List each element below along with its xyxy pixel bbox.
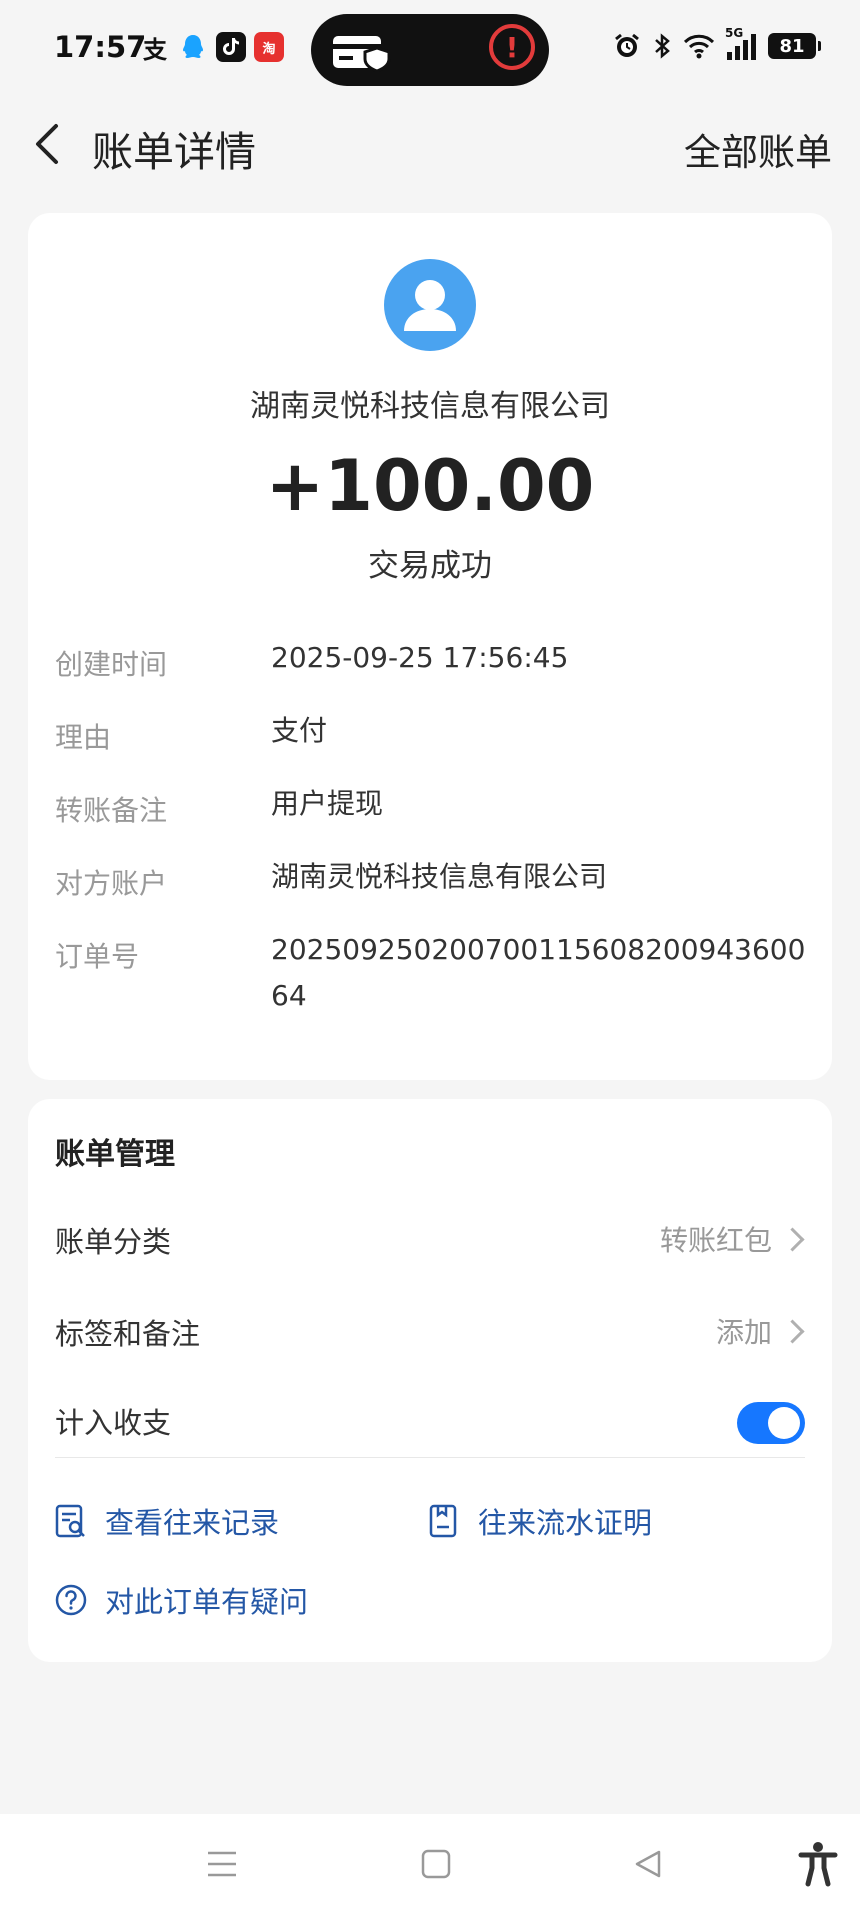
detail-value: 支付 [271,714,328,747]
include-in-balance-toggle[interactable] [737,1402,805,1444]
home-button[interactable] [410,1838,462,1890]
page-title: 账单详情 [92,128,256,176]
tiktok-icon [216,32,246,62]
accessibility-icon [798,1842,838,1887]
bill-management-card: 账单管理 账单分类 转账红包 标签和备注 添加 计入收支 查看往来记录 往来流水… [28,1099,832,1662]
taobao-icon: 淘 [254,32,284,62]
bill-category-row[interactable]: 账单分类 转账红包 [55,1209,805,1269]
system-navigation-bar [0,1814,860,1920]
alipay-icon: 支 [143,35,167,64]
order-number[interactable]: 20250925020070011560820094360064 [271,927,811,1019]
dynamic-island[interactable]: ! [311,14,549,86]
status-bar: 17:57 支 淘 ! 5G 81 [0,0,860,100]
detail-label: 转账备注 [55,794,168,827]
all-bills-link[interactable]: 全部账单 [684,122,832,176]
avatar [384,259,476,351]
signal-icon: 5G [725,26,756,60]
detail-label: 订单号 [55,940,140,973]
menu-icon [208,1851,236,1877]
tags-notes-label: 标签和备注 [55,1317,201,1351]
alarm-icon [615,33,639,57]
alert-icon: ! [489,24,535,70]
accessibility-button[interactable] [792,1838,844,1890]
bill-category-value: 转账红包 [659,1224,772,1257]
network-type: 5G [725,26,744,40]
divider [55,1457,805,1458]
detail-label: 理由 [55,721,112,754]
toggle-knob [768,1407,800,1439]
include-in-balance-row: 计入收支 [55,1390,805,1450]
order-question-link[interactable]: 对此订单有疑问 [55,1579,308,1621]
status-app-icons: 支 淘 [140,32,284,64]
status-indicators: 5G 81 [613,26,821,60]
detail-label: 创建时间 [55,648,168,681]
amount: +100.00 [265,445,595,527]
chevron-right-icon [780,1318,805,1344]
view-records-link[interactable]: 查看往来记录 [55,1500,279,1542]
bill-category-label: 账单分类 [55,1225,172,1259]
chevron-right-icon [780,1226,805,1252]
transaction-proof-link[interactable]: 往来流水证明 [428,1500,652,1542]
bluetooth-icon [655,33,670,59]
view-records-label: 查看往来记录 [105,1506,280,1540]
square-icon [421,1849,451,1879]
detail-value: 用户提现 [271,787,384,820]
triangle-left-icon [635,1850,661,1878]
include-in-balance-label: 计入收支 [55,1406,172,1440]
chevron-left-icon [36,124,58,164]
user-icon [404,280,456,331]
detail-value: 2025-09-25 17:56:45 [271,641,569,674]
detail-label: 对方账户 [55,867,168,900]
bill-category-value-group: 转账红包 [660,1219,805,1259]
menu-button[interactable] [196,1838,248,1890]
header: 账单详情 全部账单 [0,100,860,190]
system-back-button[interactable] [622,1838,674,1890]
transaction-proof-label: 往来流水证明 [478,1506,653,1540]
tags-notes-row[interactable]: 标签和备注 添加 [55,1301,805,1361]
order-question-label: 对此订单有疑问 [105,1585,309,1619]
counterparty-name: 湖南灵悦科技信息有限公司 [250,389,610,424]
card-shield-icon [331,32,395,76]
transaction-status: 交易成功 [368,548,492,584]
transaction-card: 湖南灵悦科技信息有限公司 +100.00 交易成功 创建时间 2025-09-2… [28,213,832,1080]
qq-icon [178,32,208,62]
tags-notes-value-group: 添加 [716,1311,805,1351]
battery-icon: 81 [768,33,821,59]
wifi-icon [683,34,715,59]
document-search-icon [55,1504,85,1538]
section-title: 账单管理 [55,1137,175,1172]
detail-value: 湖南灵悦科技信息有限公司 [271,860,608,893]
back-button[interactable] [28,122,72,166]
document-icon [429,1504,457,1538]
question-circle-icon [55,1584,87,1616]
status-time: 17:57 [54,30,147,64]
tags-notes-value: 添加 [715,1316,772,1349]
